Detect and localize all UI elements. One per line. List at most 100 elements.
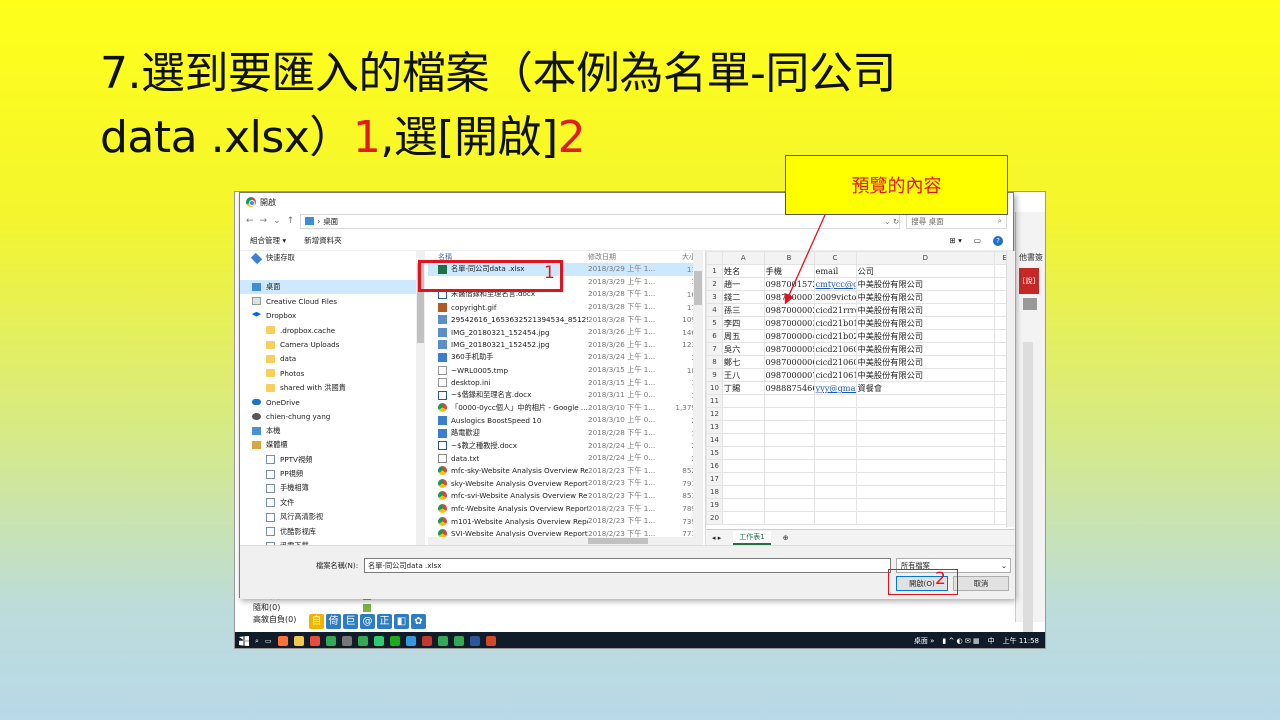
clock[interactable]: 上午 11:58 xyxy=(1003,636,1039,646)
cancel-button[interactable]: 取消 xyxy=(953,576,1009,591)
toolbar-glyph-icon[interactable]: @ xyxy=(360,614,375,629)
column-date[interactable]: 修改日期 xyxy=(588,252,674,262)
forward-arrow-icon[interactable]: → xyxy=(260,216,268,226)
sheet-row: 14 xyxy=(706,433,1015,447)
powerpoint-icon[interactable] xyxy=(485,636,496,646)
file-row[interactable]: 29542616_1653632521394534_85129... 2018/3… xyxy=(428,313,703,326)
preview-pane-icon[interactable]: ▭ xyxy=(974,236,981,245)
chrome-icon[interactable] xyxy=(453,636,464,646)
nav-item[interactable]: chien-chung yang xyxy=(240,409,425,423)
word-icon[interactable] xyxy=(469,636,480,646)
toolbar-glyph-icon[interactable]: ✿ xyxy=(411,614,426,629)
nav-item[interactable]: data xyxy=(240,352,425,366)
nav-item[interactable]: 手機相簿 xyxy=(240,481,425,495)
ime-indicator[interactable]: 中 xyxy=(988,636,995,646)
nav-item[interactable]: 本機 xyxy=(240,424,425,438)
file-row[interactable]: sky-Website Analysis Overview Report... 2… xyxy=(428,477,703,490)
pin-icon xyxy=(250,252,263,264)
nav-item[interactable]: shared with 洪國貴 xyxy=(240,381,425,395)
file-row[interactable]: IMG_20180321_152454.jpg 2018/3/26 上午 1...… xyxy=(428,326,703,339)
file-hscrollbar[interactable] xyxy=(428,537,693,545)
file-row[interactable]: Auslogics BoostSpeed 10 2018/3/10 上午 0...… xyxy=(428,414,703,427)
toolbar-glyph-icon[interactable]: ◧ xyxy=(394,614,409,629)
file-date: 2018/2/23 下午 1... xyxy=(588,516,656,526)
background-scrollbar[interactable] xyxy=(1023,342,1033,632)
file-row[interactable]: ~WRL0005.tmp 2018/3/15 上午 1... 18 xyxy=(428,364,703,377)
file-row[interactable]: m101-Website Analysis Overview Repo... 20… xyxy=(428,515,703,528)
path-field[interactable]: › 桌面 ⌄ ↻ xyxy=(300,213,901,229)
app-icon[interactable] xyxy=(341,636,352,646)
recent-chevron-icon[interactable]: ⌄ xyxy=(273,216,281,226)
filename-input[interactable]: 名單-同公司data .xlsx xyxy=(364,558,891,573)
vivaldi-icon[interactable] xyxy=(421,636,432,646)
nav-item[interactable]: 媒體櫃 xyxy=(240,438,425,452)
nav-item[interactable]: OneDrive xyxy=(240,395,425,409)
help-icon[interactable]: ? xyxy=(993,235,1003,246)
up-arrow-icon[interactable]: ↑ xyxy=(287,216,295,226)
file-explorer-icon[interactable] xyxy=(293,636,304,646)
line-icon[interactable] xyxy=(373,636,384,646)
nav-scrollbar[interactable] xyxy=(416,251,425,545)
dialog-body: 快速存取桌面 Creative Cloud Files Dropbox .dropbo… xyxy=(240,251,1015,545)
nav-item[interactable]: Dropbox xyxy=(240,309,425,323)
check-icon[interactable] xyxy=(363,604,371,612)
toolbar-glyph-icon[interactable]: 巨 xyxy=(343,614,358,629)
file-name: mfc-sky-Website Analysis Overview Re... xyxy=(451,466,588,476)
firefox-icon[interactable] xyxy=(277,636,288,646)
nav-item[interactable]: PPTV視頻 xyxy=(240,452,425,466)
file-row[interactable]: ~$偕錄和至理名言.docx2018/3/11 上午 0...1 xyxy=(428,389,703,402)
back-arrow-icon[interactable]: ← xyxy=(246,216,254,226)
wechat-icon[interactable] xyxy=(389,636,400,646)
toolbar-glyph-icon[interactable]: 自 xyxy=(309,614,324,629)
sheet-cell xyxy=(721,459,765,473)
nav-item[interactable]: 风行高清影视 xyxy=(240,510,425,524)
scroll-thumb[interactable] xyxy=(588,538,648,544)
nav-item[interactable]: 快速存取 xyxy=(240,251,425,265)
nav-item[interactable] xyxy=(240,265,425,279)
nav-item[interactable]: Creative Cloud Files xyxy=(240,294,425,308)
file-row[interactable]: 360手机助手2018/3/24 上午 1...3 xyxy=(428,351,703,364)
new-folder-button[interactable]: 新增資料夾 xyxy=(304,235,342,246)
nav-item-label: Dropbox xyxy=(266,311,297,321)
app-icon[interactable] xyxy=(405,636,416,646)
file-row[interactable]: data.txt2018/2/24 上午 0...2 xyxy=(428,452,703,465)
tray-icons[interactable]: ▮ ^ ◐ ✉ ▦ xyxy=(942,637,979,645)
sheet-row: 4孫三0987000002cicd21rrr@中美股份有限公司 xyxy=(706,303,1015,317)
file-row[interactable]: 路電歡迎2018/2/28 下午 1...1 xyxy=(428,427,703,440)
nav-item[interactable]: Camera Uploads xyxy=(240,337,425,351)
organize-button[interactable]: 組合管理 ▾ xyxy=(250,235,286,246)
app-icon[interactable] xyxy=(309,636,320,646)
nav-item[interactable]: PP視頻 xyxy=(240,467,425,481)
nav-item[interactable]: 优酷影视库 xyxy=(240,524,425,538)
add-sheet-icon[interactable]: ⊕ xyxy=(783,534,789,542)
toolbar-glyph-icon[interactable]: 倚 xyxy=(326,614,341,629)
chrome-icon[interactable] xyxy=(357,636,368,646)
nav-item[interactable]: .dropbox.cache xyxy=(240,323,425,337)
sheet-tab[interactable]: 工作表1 xyxy=(733,530,771,545)
file-row[interactable]: desktop.ini2018/3/15 上午 1...1 xyxy=(428,376,703,389)
nav-item[interactable]: 桌面 xyxy=(240,279,425,295)
file-row[interactable]: mfc-svi-Website Analysis Overview Rep...… xyxy=(428,490,703,503)
view-options-icon[interactable]: ⊞ ▾ xyxy=(949,236,961,245)
chrome-icon[interactable] xyxy=(325,636,336,646)
nav-item[interactable]: Photos xyxy=(240,366,425,380)
file-row[interactable]: ~$教之種教授.docx2018/2/24 上午 0...2 xyxy=(428,439,703,452)
chrome-icon[interactable] xyxy=(437,636,448,646)
task-view-icon[interactable]: ▭ xyxy=(265,637,272,645)
refresh-icon[interactable]: ⌄ ↻ xyxy=(884,217,899,226)
file-row[interactable]: IMG_20180321_152452.jpg 2018/3/26 上午 1...… xyxy=(428,339,703,352)
file-row[interactable]: 「0000-0ycc個人」中的相片 - Google ... 2018/3/10 … xyxy=(428,402,703,415)
sheet-nav-icon[interactable]: ◂ ▸ xyxy=(712,534,721,542)
windows-start-icon[interactable] xyxy=(239,636,249,646)
search-icon[interactable]: ⌕ xyxy=(255,637,259,646)
scroll-thumb[interactable] xyxy=(694,271,702,305)
search-input[interactable]: 搜尋 桌面 ⌕ xyxy=(906,213,1007,229)
nav-item[interactable]: 文件 xyxy=(240,496,425,510)
file-row[interactable]: mfc-sky-Website Analysis Overview Re... 2… xyxy=(428,465,703,478)
toolbar-glyph-icon[interactable]: 正 xyxy=(377,614,392,629)
file-row[interactable]: mfc-Website Analysis Overview Report... 2… xyxy=(428,502,703,515)
file-row[interactable]: copyright.gif 2018/3/28 下午 1... 11 xyxy=(428,301,703,314)
file-scrollbar[interactable] xyxy=(693,251,703,545)
preview-scrollbar[interactable] xyxy=(1006,251,1015,527)
taskbar-desktop-label[interactable]: 桌面 » xyxy=(914,636,935,646)
